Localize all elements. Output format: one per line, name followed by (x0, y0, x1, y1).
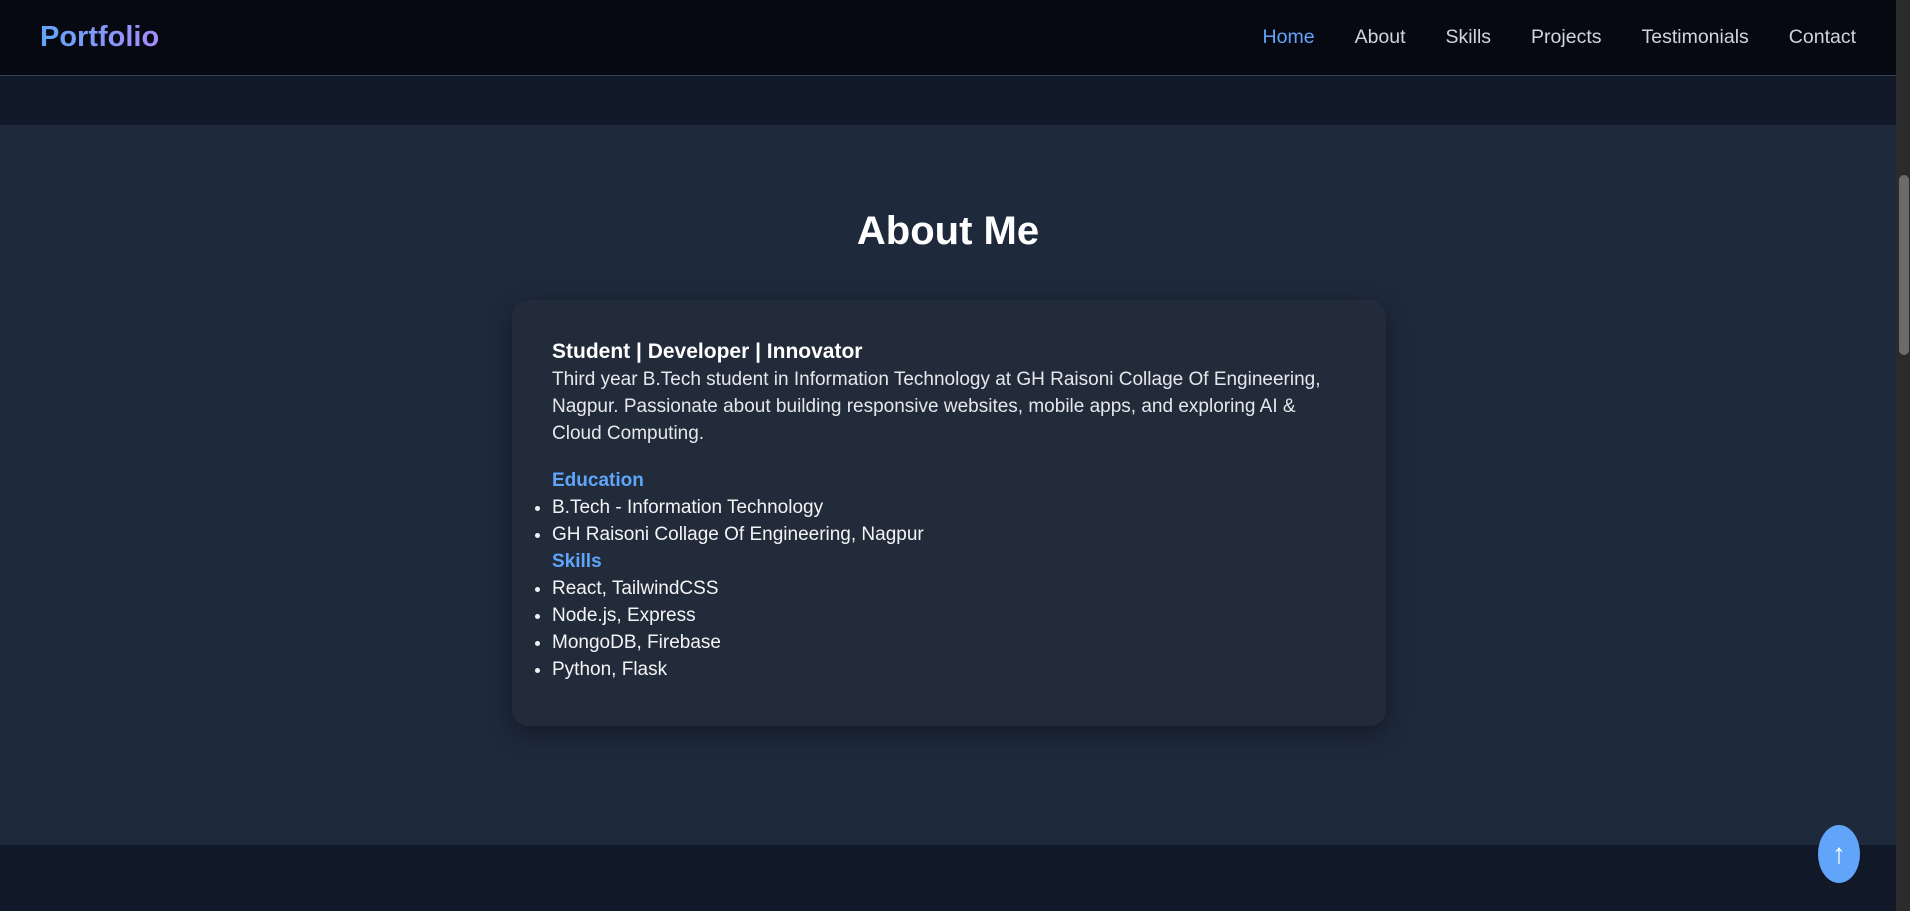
list-item: GH Raisoni Collage Of Engineering, Nagpu… (552, 521, 1346, 548)
nav-link-about[interactable]: About (1355, 26, 1406, 49)
logo[interactable]: Portfolio (40, 21, 159, 54)
education-heading: Education (552, 470, 644, 491)
nav-link-projects[interactable]: Projects (1531, 26, 1601, 49)
list-item: Python, Flask (552, 656, 1346, 683)
list-item: B.Tech - Information Technology (552, 494, 1346, 521)
nav-links: Home About Skills Projects Testimonials … (1263, 26, 1856, 49)
skills-list: React, TailwindCSS Node.js, Express Mong… (552, 575, 1346, 683)
nav-link-testimonials[interactable]: Testimonials (1642, 26, 1749, 49)
list-item: React, TailwindCSS (552, 575, 1346, 602)
bio: Third year B.Tech student in Information… (552, 369, 1321, 444)
skills-heading: Skills (552, 551, 602, 572)
tagline: Student | Developer | Innovator (552, 340, 863, 363)
scroll-to-top-button[interactable]: ↑ (1818, 825, 1860, 883)
about-section: About Me Student | Developer | Innovator… (0, 125, 1896, 845)
list-item: MongoDB, Firebase (552, 629, 1346, 656)
list-item: Node.js, Express (552, 602, 1346, 629)
scrollbar[interactable] (1896, 0, 1910, 911)
nav-link-skills[interactable]: Skills (1446, 26, 1492, 49)
nav-link-home[interactable]: Home (1263, 26, 1315, 49)
page: Portfolio Home About Skills Projects Tes… (0, 0, 1896, 911)
nav-link-contact[interactable]: Contact (1789, 26, 1856, 49)
about-card: Student | Developer | Innovator Third ye… (512, 300, 1386, 726)
section-title: About Me (856, 209, 1040, 253)
education-list: B.Tech - Information Technology GH Raiso… (552, 494, 1346, 548)
arrow-up-icon: ↑ (1832, 838, 1846, 869)
scrollbar-thumb[interactable] (1899, 175, 1909, 355)
navbar: Portfolio Home About Skills Projects Tes… (0, 0, 1896, 76)
hero-bottom-band (0, 77, 1896, 125)
